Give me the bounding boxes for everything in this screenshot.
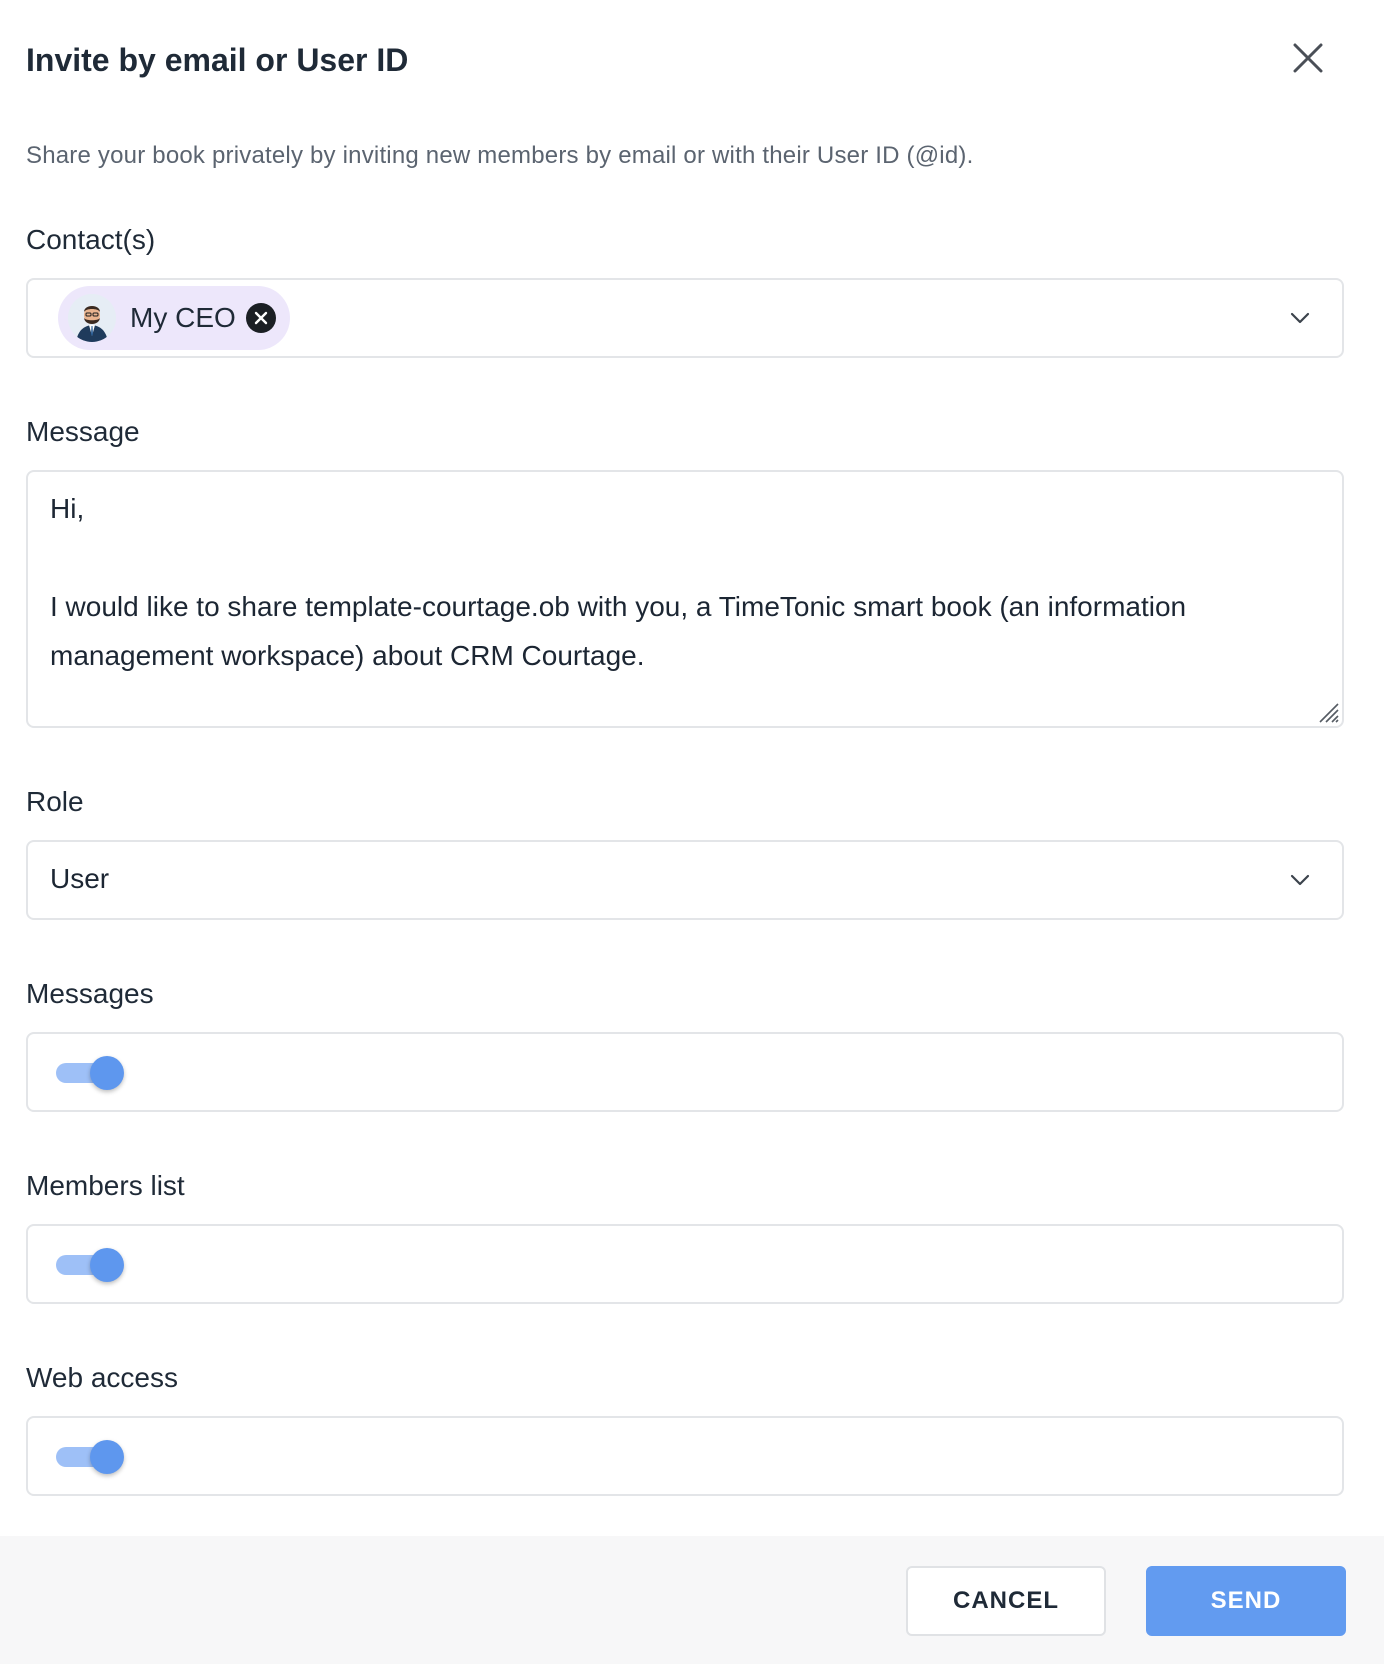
send-button[interactable]: SEND (1146, 1566, 1346, 1636)
members-list-label: Members list (26, 1170, 185, 1201)
avatar (68, 294, 116, 342)
messages-toggle[interactable] (56, 1056, 128, 1090)
role-select[interactable]: User (26, 840, 1344, 920)
dialog-footer: CANCEL SEND (0, 1536, 1384, 1664)
members-list-toggle[interactable] (56, 1248, 128, 1282)
remove-contact-button[interactable] (245, 303, 276, 333)
close-icon (1293, 43, 1323, 73)
contacts-label: Contact(s) (26, 224, 156, 255)
contact-chip: My CEO (58, 286, 290, 350)
toggle-knob (90, 1440, 124, 1474)
message-label: Message (26, 416, 140, 447)
message-textarea[interactable]: Hi, I would like to share template-court… (26, 470, 1344, 728)
toggle-knob (90, 1248, 124, 1282)
cancel-button[interactable]: CANCEL (906, 1566, 1106, 1636)
messages-toggle-field (26, 1032, 1344, 1112)
resize-handle-icon[interactable] (1316, 700, 1340, 724)
web-access-toggle-field (26, 1416, 1344, 1496)
invite-dialog: Invite by email or User ID Share your bo… (0, 0, 1384, 1664)
toggle-knob (90, 1056, 124, 1090)
contact-chip-label: My CEO (130, 302, 236, 333)
role-value: User (50, 863, 110, 894)
dialog-title: Invite by email or User ID (26, 42, 409, 78)
members-list-toggle-field (26, 1224, 1344, 1304)
web-access-label: Web access (26, 1362, 178, 1393)
close-icon (254, 311, 267, 325)
chevron-down-icon[interactable] (1288, 306, 1312, 330)
role-label: Role (26, 786, 84, 817)
message-text: Hi, I would like to share template-court… (50, 493, 1187, 671)
chevron-down-icon[interactable] (1288, 868, 1312, 892)
contacts-field[interactable]: My CEO (26, 278, 1344, 358)
web-access-toggle[interactable] (56, 1440, 128, 1474)
messages-label: Messages (26, 978, 154, 1009)
dialog-subtitle: Share your book privately by inviting ne… (26, 142, 974, 169)
close-button[interactable] (1286, 36, 1330, 80)
